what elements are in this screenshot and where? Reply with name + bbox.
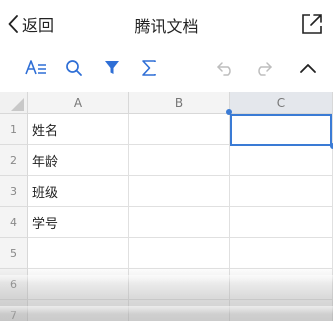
cell-b3[interactable] bbox=[129, 176, 230, 207]
cell-a3[interactable]: 班级 bbox=[28, 176, 129, 207]
cell-b6[interactable] bbox=[129, 269, 230, 300]
text-format-icon[interactable] bbox=[25, 58, 47, 78]
cell-b2[interactable] bbox=[129, 145, 230, 176]
cell-b1[interactable] bbox=[129, 114, 230, 145]
undo-icon[interactable] bbox=[215, 58, 237, 78]
app-header: 返回 腾讯文档 bbox=[0, 0, 333, 48]
spreadsheet-grid: A B C 1 2 3 4 5 6 7 姓名 年龄 班级 学号 bbox=[0, 92, 333, 321]
cell-c4[interactable] bbox=[230, 207, 333, 238]
cell-b5[interactable] bbox=[129, 238, 230, 269]
cell-a2[interactable]: 年龄 bbox=[28, 145, 129, 176]
column-header-c[interactable]: C bbox=[230, 92, 333, 114]
document-title: 腾讯文档 bbox=[134, 17, 199, 36]
cell-c7[interactable] bbox=[230, 300, 333, 321]
row-header-4[interactable]: 4 bbox=[0, 207, 28, 238]
sum-icon[interactable] bbox=[138, 58, 160, 78]
row-header-6[interactable]: 6 bbox=[0, 269, 28, 300]
selection-handle-top-left[interactable] bbox=[226, 109, 232, 115]
filter-icon[interactable] bbox=[101, 58, 123, 78]
formatting-toolbar bbox=[0, 50, 333, 86]
row-header-3[interactable]: 3 bbox=[0, 176, 28, 207]
redo-icon[interactable] bbox=[252, 58, 274, 78]
cell-c3[interactable] bbox=[230, 176, 333, 207]
selection-box bbox=[230, 114, 332, 146]
cell-a1[interactable]: 姓名 bbox=[28, 114, 129, 145]
cell-c2[interactable] bbox=[230, 145, 333, 176]
collapse-toolbar-icon[interactable] bbox=[297, 58, 319, 78]
column-header-b[interactable]: B bbox=[129, 92, 230, 114]
row-header-2[interactable]: 2 bbox=[0, 145, 28, 176]
cell-a6[interactable] bbox=[28, 269, 129, 300]
cell-a7[interactable] bbox=[28, 300, 129, 321]
row-header-7[interactable]: 7 bbox=[0, 300, 28, 321]
search-icon[interactable] bbox=[63, 58, 85, 78]
row-header-1[interactable]: 1 bbox=[0, 114, 28, 145]
open-external-icon[interactable] bbox=[301, 13, 323, 35]
cell-b4[interactable] bbox=[129, 207, 230, 238]
cell-b7[interactable] bbox=[129, 300, 230, 321]
cell-c5[interactable] bbox=[230, 238, 333, 269]
cell-a4[interactable]: 学号 bbox=[28, 207, 129, 238]
row-header-5[interactable]: 5 bbox=[0, 238, 28, 269]
select-all-corner[interactable] bbox=[0, 92, 28, 114]
column-header-a[interactable]: A bbox=[28, 92, 129, 114]
cell-a5[interactable] bbox=[28, 238, 129, 269]
cell-c6[interactable] bbox=[230, 269, 333, 300]
